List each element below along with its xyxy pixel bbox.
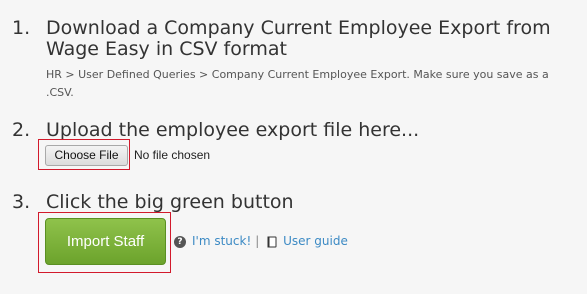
step-2-title: Upload the employee export file here... [46, 119, 420, 141]
question-circle-icon: ? [174, 235, 186, 248]
step-3-title: Click the big green button [46, 191, 294, 213]
step-1-note: HR > User Defined Queries > Company Curr… [46, 68, 549, 99]
step-1-title: Download a Company Current Employee Expo… [46, 17, 551, 60]
step-1-number: 1. [12, 17, 31, 39]
book-icon [267, 236, 277, 248]
help-links: ? I'm stuck! | User guide [174, 233, 348, 249]
file-status-text: No file chosen [134, 148, 211, 162]
choose-file-button[interactable]: Choose File [45, 145, 128, 166]
step-3-number: 3. [12, 191, 31, 213]
step-2-number: 2. [12, 119, 31, 141]
user-guide-link[interactable]: User guide [283, 234, 348, 248]
im-stuck-link[interactable]: I'm stuck! [192, 234, 251, 248]
import-staff-button[interactable]: Import Staff [45, 218, 166, 265]
help-separator: | [255, 234, 260, 248]
